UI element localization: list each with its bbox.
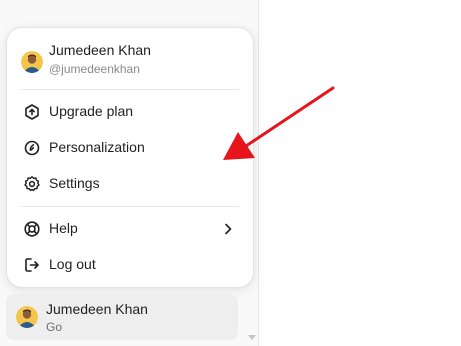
scroll-down-arrow-icon[interactable] [248,335,256,340]
logout-icon [23,256,41,274]
divider [21,89,239,90]
gear-icon [23,175,41,193]
menu-item-help[interactable]: Help [15,212,245,246]
plan-label: Go [46,320,63,334]
chevron-right-icon [219,220,237,238]
footer-user-name: Jumedeen Khan [46,301,148,317]
lifebuoy-icon [23,220,41,238]
avatar [16,306,38,328]
user-account-button[interactable]: Jumedeen Khan Go [6,294,238,340]
avatar [21,51,43,73]
menu-item-settings[interactable]: Settings [15,167,245,201]
menu-item-label: Help [49,220,78,236]
menu-item-label: Upgrade plan [49,103,134,119]
menu-item-label: Log out [49,256,96,272]
menu-item-log-out[interactable]: Log out [15,248,245,282]
profile-handle: @jumedeenkhan [49,62,140,76]
menu-item-upgrade-plan[interactable]: Upgrade plan [15,95,245,129]
personalization-icon [23,139,41,157]
profile-header[interactable]: Jumedeen Khan @jumedeenkhan [21,42,239,78]
divider [21,206,239,207]
menu-item-label: Personalization [49,139,145,155]
menu-item-personalization[interactable]: Personalization [15,131,245,165]
account-menu: Jumedeen Khan @jumedeenkhan Upgrade plan… [6,27,254,288]
profile-name: Jumedeen Khan [49,42,151,58]
menu-item-label: Settings [49,175,100,191]
upgrade-icon [23,103,41,121]
